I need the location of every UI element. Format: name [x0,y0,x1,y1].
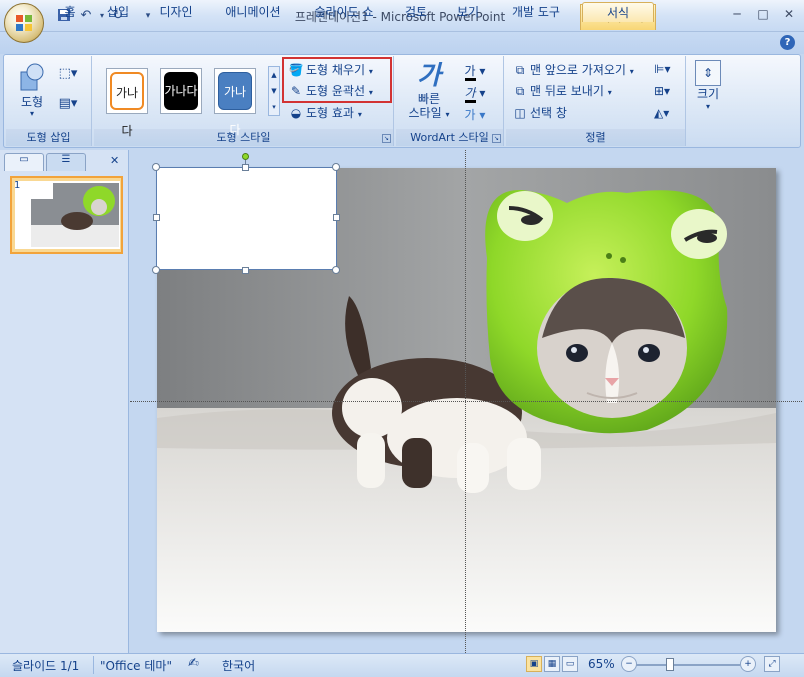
align-icon[interactable]: ⊫▾ [654,62,680,80]
shapes-button[interactable]: 도형 ▾ [14,62,50,118]
selection-pane-button[interactable]: ◫ 선택 창 [512,103,567,123]
zoom-slider-thumb[interactable] [666,658,674,671]
slide-sorter-view-icon[interactable]: ▦ [544,656,560,672]
horizontal-guide[interactable] [130,401,802,402]
bring-to-front-label: 맨 앞으로 가져오기 [530,63,626,77]
bring-front-icon: ⧉ [515,63,525,77]
status-divider [93,656,94,674]
tab-design[interactable]: 디자인 [152,2,200,22]
language-indicator[interactable]: 한국어 [222,657,255,674]
tab-format[interactable]: 서식 [582,2,654,22]
send-back-icon: ⧉ [515,84,525,98]
help-icon[interactable]: ? [780,35,795,50]
maximize-button[interactable]: □ [752,5,774,23]
shapes-icon [20,63,44,91]
minimize-button[interactable]: ─ [726,5,748,23]
zoom-out-icon[interactable]: − [621,656,637,672]
outline-tab[interactable]: ☰ [46,153,86,171]
theme-name[interactable]: "Office 테마" [100,657,172,674]
resize-handle-n[interactable] [242,164,249,171]
shape-style-sample-2-text: 가나다 [164,72,198,110]
fit-to-window-icon[interactable]: ⤢ [764,656,780,672]
shape-style-sample-2[interactable]: 가나다 [160,68,202,114]
tab-animations[interactable]: 애니메이션 [214,2,292,22]
group-label-insert-shapes: 도형 삽입 [6,129,91,146]
shape-effects-button[interactable]: ◒ 도형 효과 ▾ [288,103,362,123]
text-fill-icon[interactable]: 가 ▾ [460,62,490,81]
shape-effects-label: 도형 효과 [306,106,354,120]
spell-check-icon[interactable]: ✍ [188,656,199,671]
quick-styles-button[interactable]: 가 빠른 스타일 ▾ [404,60,454,126]
shape-style-sample-1-text: 가나다 [110,72,144,138]
shape-style-sample-3[interactable]: 가나다 [214,68,256,137]
shape-styles-launcher-icon[interactable]: ↘ [382,134,391,143]
shape-effects-icon: ◒ [290,106,302,120]
slide-number: 1 [14,180,21,191]
selected-text-box[interactable] [156,167,337,270]
close-panel-icon[interactable]: ✕ [110,154,119,167]
size-button[interactable]: ⇕ 크기 ▾ [692,60,724,122]
send-to-back-button[interactable]: ⧉ 맨 뒤로 보내기 ▾ [512,81,612,101]
tab-slideshow[interactable]: 슬라이드 쇼 [304,2,384,22]
selection-pane-icon: ◫ [514,106,526,120]
text-outline-icon[interactable]: 가 ▾ [460,84,490,103]
tab-home[interactable]: 홈 [56,2,84,22]
slide-count: 슬라이드 1/1 [12,659,80,673]
send-back-dropdown-icon: ▾ [607,88,612,97]
size-button-label: 크기 [696,87,720,101]
resize-handle-se[interactable] [332,266,340,274]
tab-insert[interactable]: 삽입 [100,2,136,22]
slide-thumbnail-image [15,181,120,249]
text-effects-icon[interactable]: 가 ▾ [460,106,490,124]
fill-outline-highlight-box [282,57,392,103]
ribbon-tab-row [0,32,804,54]
tab-review[interactable]: 검토 [398,2,434,22]
text-box-icon[interactable]: ▤▾ [56,96,80,116]
resize-handle-sw[interactable] [152,266,160,274]
shapes-button-label: 도형 [20,95,44,109]
zoom-slider-track[interactable] [636,664,740,666]
office-logo-icon [16,15,32,31]
resize-handle-e[interactable] [333,214,340,221]
quick-styles-label-line2: 스타일 [408,106,442,120]
style-gallery-scroll[interactable]: ▲ ▼ ▾ [268,66,280,116]
bring-front-dropdown-icon: ▾ [629,67,634,76]
tab-developer[interactable]: 개발 도구 [502,2,570,22]
group-label-wordart: WordArt 스타일 [396,129,503,146]
office-button[interactable] [4,3,44,43]
shape-effects-dropdown-icon: ▾ [357,110,362,119]
group-label-shape-styles: 도형 스타일 [94,129,393,146]
shape-style-sample-1[interactable]: 가나다 [106,68,148,138]
quick-styles-dropdown-icon: ▾ [445,110,450,119]
selection-pane-label: 선택 창 [530,106,567,120]
resize-handle-ne[interactable] [332,163,340,171]
group-label-arrange: 정렬 [506,129,685,146]
wordart-launcher-icon[interactable]: ↘ [492,134,501,143]
slideshow-view-icon[interactable]: ▭ [562,656,578,672]
size-icon: ⇕ [695,60,721,86]
close-button[interactable]: ✕ [778,5,800,23]
send-to-back-label: 맨 뒤로 보내기 [530,84,604,98]
shapes-dropdown-icon: ▾ [29,109,34,118]
resize-handle-w[interactable] [153,214,160,221]
group-objects-icon[interactable]: ⊞▾ [654,84,680,102]
resize-handle-nw[interactable] [152,163,160,171]
rotate-icon[interactable]: ◭▾ [654,106,680,124]
slide-thumbnail[interactable] [10,176,123,254]
shape-style-sample-3-text: 가나다 [218,72,252,137]
resize-handle-s[interactable] [242,267,249,274]
normal-view-icon[interactable]: ▣ [526,656,542,672]
zoom-in-icon[interactable]: + [740,656,756,672]
edit-shape-icon[interactable]: ⬚▾ [56,66,80,86]
tab-view[interactable]: 보기 [450,2,486,22]
slides-tab[interactable]: ▭ [4,153,44,171]
zoom-level[interactable]: 65% [588,657,615,671]
size-dropdown-icon: ▾ [705,102,710,111]
quick-styles-label-line1: 빠른 [417,92,441,106]
bring-to-front-button[interactable]: ⧉ 맨 앞으로 가져오기 ▾ [512,60,634,80]
rotation-handle[interactable] [242,153,249,160]
wordart-ga-icon: 가 [417,61,441,91]
